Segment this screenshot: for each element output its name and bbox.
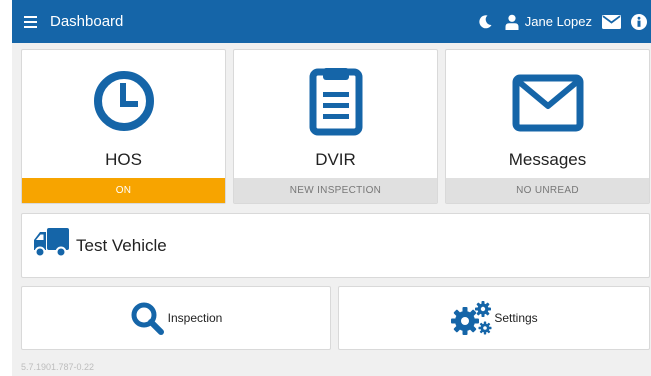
- inspection-label: Inspection: [167, 311, 223, 325]
- hos-label: HOS: [105, 150, 142, 169]
- menu-icon[interactable]: [24, 11, 46, 33]
- top-app-bar: Dashboard Jane Lopez: [12, 0, 651, 43]
- clock-icon: [92, 69, 156, 138]
- info-icon[interactable]: [631, 13, 647, 30]
- page-title: Dashboard: [50, 13, 124, 30]
- messages-tile[interactable]: Messages NO UNREAD: [445, 49, 650, 204]
- settings-button[interactable]: Settings: [338, 286, 650, 350]
- clipboard-icon: [308, 66, 364, 141]
- hos-tile[interactable]: HOS ON: [21, 49, 226, 204]
- moon-icon[interactable]: [477, 14, 493, 30]
- dvir-tile[interactable]: DVIR NEW INSPECTION: [233, 49, 438, 204]
- settings-label: Settings: [494, 311, 538, 325]
- user-name[interactable]: Jane Lopez: [525, 14, 592, 29]
- left-edge: [0, 0, 12, 376]
- gears-icon: [450, 300, 494, 336]
- dvir-status: NEW INSPECTION: [234, 178, 437, 203]
- vehicle-card[interactable]: Test Vehicle: [21, 213, 650, 278]
- mail-icon[interactable]: [602, 14, 621, 29]
- truck-icon: [32, 228, 70, 263]
- search-icon: [130, 301, 164, 335]
- app-version: 5.7.1901.787-0.22: [21, 362, 95, 372]
- messages-status: NO UNREAD: [446, 178, 649, 203]
- vehicle-name: Test Vehicle: [76, 235, 167, 255]
- messages-label: Messages: [508, 150, 587, 169]
- dvir-label: DVIR: [315, 150, 356, 169]
- envelope-icon: [512, 74, 584, 137]
- hos-status: ON: [22, 178, 225, 203]
- inspection-button[interactable]: Inspection: [21, 286, 331, 350]
- user-icon[interactable]: [505, 14, 519, 30]
